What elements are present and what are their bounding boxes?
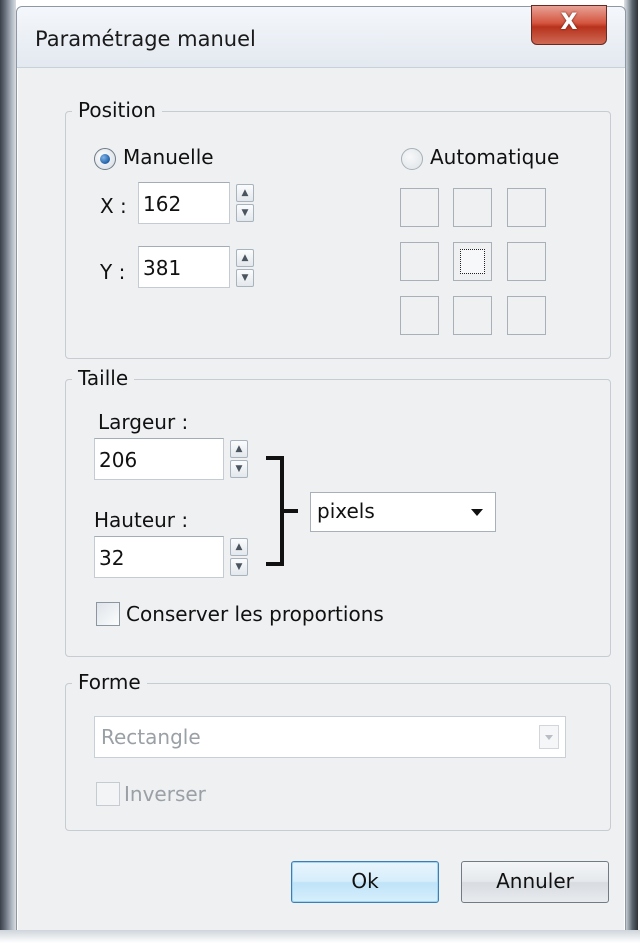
bottom-edge: [0, 930, 640, 943]
spin-up-icon[interactable]: ▲: [236, 249, 254, 267]
spin-up-icon[interactable]: ▲: [230, 440, 248, 458]
ok-button[interactable]: Ok: [291, 861, 439, 903]
chevron-down-icon: [545, 735, 553, 740]
x-value: 162: [143, 192, 182, 216]
forme-group: Forme Rectangle Inverser: [65, 670, 611, 831]
position-group: Position Manuelle Automatique X : 162 ▲ …: [65, 98, 611, 359]
height-input[interactable]: 32: [94, 536, 224, 578]
height-value: 32: [99, 546, 125, 570]
width-input[interactable]: 206: [94, 438, 224, 480]
automatic-label[interactable]: Automatique: [430, 145, 559, 169]
window-frame: Paramétrage manuel X Position Manuelle A…: [0, 0, 638, 938]
spin-down-icon[interactable]: ▼: [230, 558, 248, 576]
close-icon: X: [560, 10, 578, 35]
cancel-button[interactable]: Annuler: [461, 861, 609, 903]
spin-down-icon[interactable]: ▼: [236, 269, 254, 287]
background-right: [624, 0, 638, 938]
y-label: Y :: [100, 260, 126, 284]
anchor-middle-right[interactable]: [507, 242, 546, 281]
taille-legend: Taille: [72, 366, 135, 390]
anchor-bottom-center[interactable]: [453, 296, 492, 335]
x-input[interactable]: 162: [138, 182, 230, 224]
height-spinner[interactable]: ▲ ▼: [230, 538, 248, 576]
anchor-top-left[interactable]: [400, 188, 439, 227]
keep-proportions-label[interactable]: Conserver les proportions: [126, 602, 384, 626]
width-spinner[interactable]: ▲ ▼: [230, 440, 248, 478]
height-label: Hauteur :: [94, 508, 189, 532]
spin-down-icon[interactable]: ▼: [230, 460, 248, 478]
invert-checkbox[interactable]: [96, 782, 120, 806]
forme-legend: Forme: [72, 670, 147, 694]
y-input[interactable]: 381: [138, 246, 230, 288]
window-title: Paramétrage manuel: [35, 27, 256, 51]
close-button[interactable]: X: [531, 5, 607, 45]
manual-label[interactable]: Manuelle: [123, 145, 214, 169]
anchor-bottom-left[interactable]: [400, 296, 439, 335]
width-value: 206: [99, 448, 138, 472]
shape-value: Rectangle: [101, 725, 201, 749]
background-left: [0, 0, 16, 938]
anchor-top-center[interactable]: [453, 188, 492, 227]
anchor-bottom-right[interactable]: [507, 296, 546, 335]
title-bar: Paramétrage manuel X: [17, 5, 625, 68]
chevron-down-icon: [471, 509, 483, 516]
y-value: 381: [143, 256, 182, 280]
y-spinner[interactable]: ▲ ▼: [236, 249, 254, 287]
x-label: X :: [100, 194, 127, 218]
x-spinner[interactable]: ▲ ▼: [236, 184, 254, 222]
anchor-center[interactable]: [453, 242, 492, 281]
manual-radio[interactable]: [94, 148, 116, 170]
invert-label[interactable]: Inverser: [124, 782, 206, 806]
shape-select[interactable]: Rectangle: [94, 716, 566, 758]
unit-value: pixels: [317, 499, 375, 523]
spin-up-icon[interactable]: ▲: [236, 184, 254, 202]
keep-proportions-checkbox[interactable]: [96, 602, 120, 626]
dialog: Paramétrage manuel X Position Manuelle A…: [16, 5, 626, 932]
shape-select-button[interactable]: [539, 725, 559, 749]
width-label: Largeur :: [98, 410, 189, 434]
anchor-middle-left[interactable]: [400, 242, 439, 281]
automatic-radio[interactable]: [401, 148, 423, 170]
spin-down-icon[interactable]: ▼: [236, 204, 254, 222]
spin-up-icon[interactable]: ▲: [230, 538, 248, 556]
anchor-top-right[interactable]: [507, 188, 546, 227]
taille-group: Taille Largeur : 206 ▲ ▼ Hauteur : 32 ▲ …: [65, 366, 611, 657]
unit-select[interactable]: pixels: [310, 492, 496, 532]
position-legend: Position: [72, 98, 162, 122]
